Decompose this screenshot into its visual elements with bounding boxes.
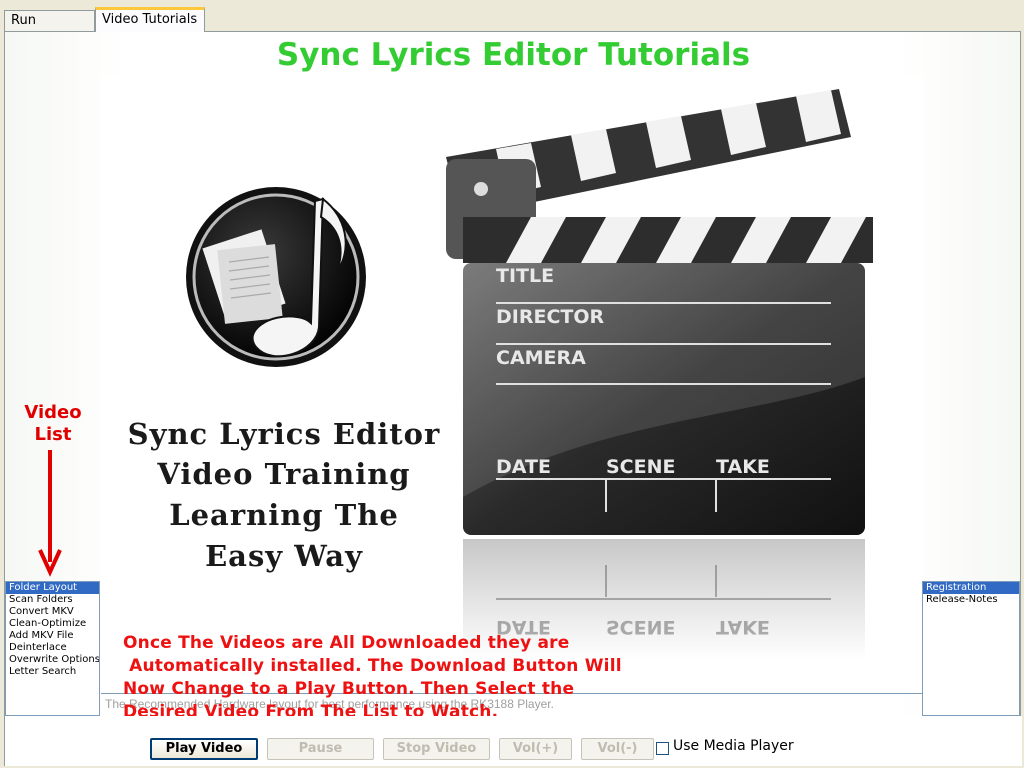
tab-panel: Sync Lyrics Editor Tutorials Sync Lyrics… [4, 31, 1022, 766]
video-list-item[interactable]: Clean-Optimize [6, 618, 99, 630]
video-list-item[interactable]: Folder Layout [6, 582, 99, 594]
video-list[interactable]: Folder Layout Scan Folders Convert MKV Clea… [5, 581, 100, 716]
video-list-item[interactable]: Overwrite Options [6, 654, 99, 666]
video-list-item[interactable]: Convert MKV [6, 606, 99, 618]
video-list-annotation: Video List [17, 402, 89, 446]
page-title: Sync Lyrics Editor Tutorials [276, 37, 751, 73]
slate-camera-label: CAMERA [496, 347, 586, 369]
video-list-item[interactable]: Deinterlace [6, 642, 99, 654]
info-list[interactable]: Registration Release-Notes [922, 581, 1020, 716]
tab-run-window[interactable]: Run Window [4, 10, 95, 48]
pause-button[interactable]: Pause [267, 738, 374, 760]
arrow-down-icon [38, 450, 62, 577]
play-video-button[interactable]: Play Video [150, 738, 258, 760]
volume-down-button[interactable]: Vol(-) [581, 738, 654, 760]
svg-text:TAKE: TAKE [716, 616, 770, 638]
instruction-line-3: Now Change to a Play Button. Then Select… [123, 679, 575, 699]
video-list-annotation-line-1: Video [24, 402, 82, 423]
video-list-item[interactable]: Add MKV File [6, 630, 99, 642]
video-list-annotation-line-2: List [34, 424, 72, 445]
info-list-item[interactable]: Registration [923, 582, 1019, 594]
slate-take-label: TAKE [716, 456, 770, 478]
instruction-annotation: Once The Videos are All Downloaded they … [123, 632, 683, 724]
video-display-area: Sync Lyrics Editor Video Training Learni… [101, 77, 923, 693]
clapperboard-icon: TITLE DIRECTOR CAMERA DATE SCENE TAKE DA… [446, 89, 873, 659]
banner-line-4: Easy Way [205, 539, 363, 573]
instruction-line-2: Automatically installed. The Download Bu… [123, 656, 622, 676]
stop-video-button[interactable]: Stop Video [383, 738, 490, 760]
music-note-logo [186, 187, 366, 367]
video-list-item[interactable]: Letter Search [6, 666, 99, 678]
video-list-item[interactable]: Scan Folders [6, 594, 99, 606]
banner-line-2: Video Training [156, 457, 410, 491]
tutorial-banner-image: Sync Lyrics Editor Video Training Learni… [128, 89, 873, 659]
slate-title-label: TITLE [496, 265, 554, 287]
slate-scene-label: SCENE [606, 456, 676, 478]
info-list-item[interactable]: Release-Notes [923, 594, 1019, 606]
slate-date-label: DATE [496, 456, 551, 478]
instruction-line-1: Once The Videos are All Downloaded they … [123, 633, 570, 653]
tab-video-tutorials[interactable]: Video Tutorials [95, 7, 205, 32]
volume-up-button[interactable]: Vol(+) [499, 738, 572, 760]
use-media-player-checkbox[interactable] [656, 742, 669, 755]
slate-director-label: DIRECTOR [496, 306, 605, 328]
banner-line-3: Learning The [169, 498, 399, 532]
banner-logo-text: Sync Lyrics Editor Video Training Learni… [128, 417, 441, 573]
player-controls: Play Video Pause Stop Video Vol(+) Vol(-… [5, 716, 1022, 766]
tab-bar: Run Window Video Tutorials [0, 0, 1024, 48]
use-media-player-label[interactable]: Use Media Player [673, 738, 794, 754]
banner-line-1: Sync Lyrics Editor [128, 417, 441, 451]
